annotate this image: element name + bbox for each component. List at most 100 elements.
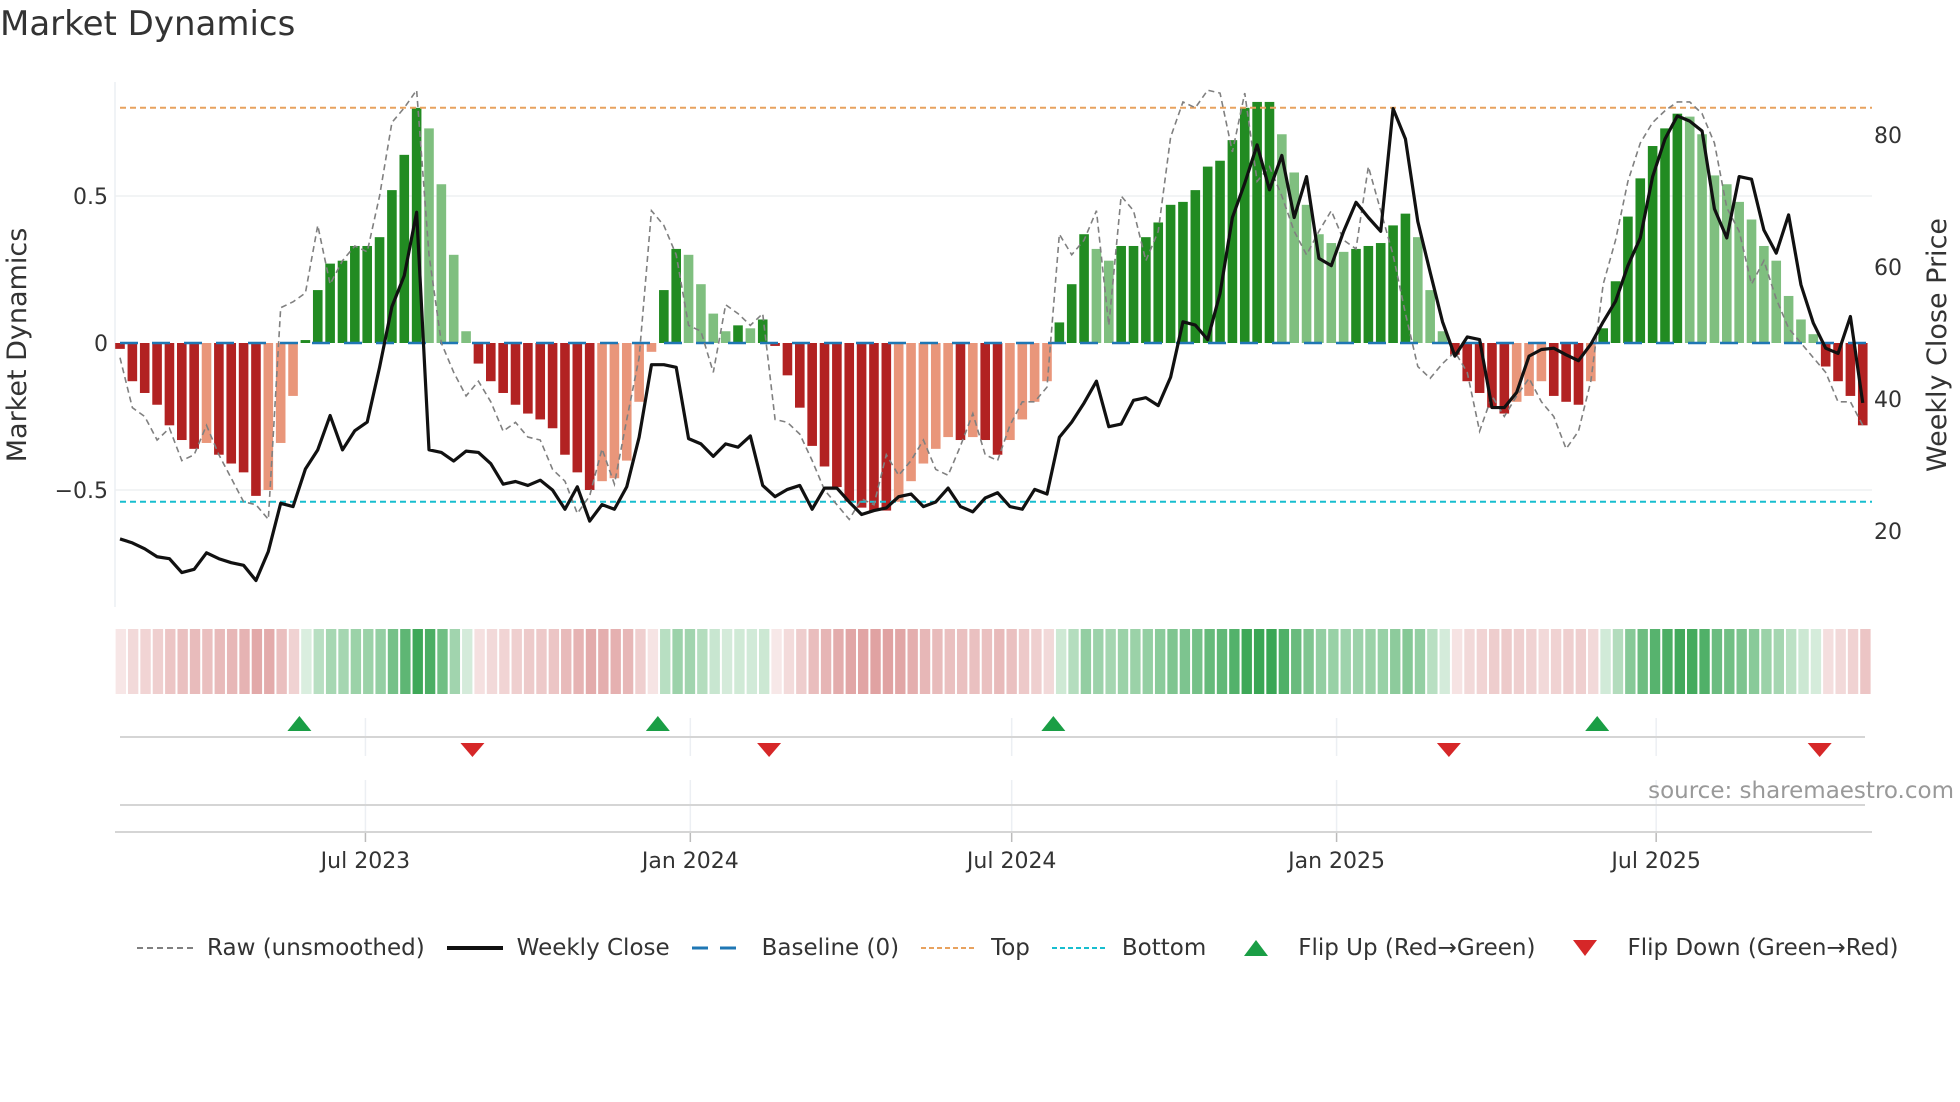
heat-strip-cell	[969, 629, 980, 694]
heat-strip-cell	[486, 629, 498, 694]
heat-strip-cell	[1748, 629, 1760, 694]
momentum-bar	[1190, 190, 1201, 343]
heat-strip-cell	[1241, 629, 1252, 694]
legend-item-flip-up[interactable]: Flip Up (Red→Green)	[1226, 935, 1535, 961]
momentum-bar	[436, 184, 447, 343]
momentum-bar	[720, 331, 731, 343]
momentum-bar	[1066, 284, 1077, 343]
legend: Raw (unsmoothed) Weekly Close Baseline (…	[135, 935, 1918, 961]
momentum-bar	[893, 343, 904, 502]
heat-strip-cell	[944, 629, 955, 694]
momentum-bar	[1017, 343, 1028, 420]
momentum-bar	[943, 343, 953, 438]
heat-strip-cell	[499, 629, 510, 694]
heat-strip-cell	[1204, 629, 1215, 694]
heat-strip-cell	[1192, 629, 1203, 694]
momentum-bar	[683, 254, 694, 343]
momentum-bar	[980, 343, 990, 441]
heat-strip-cell	[548, 629, 560, 694]
momentum-bar	[399, 154, 410, 343]
momentum-bar	[1252, 101, 1262, 343]
legend-item-flip-down[interactable]: Flip Down (Green→Red)	[1555, 935, 1898, 961]
momentum-bar	[177, 343, 187, 441]
legend-label: Flip Down (Green→Red)	[1627, 935, 1899, 961]
momentum-bar	[795, 343, 805, 408]
momentum-bar	[1029, 343, 1040, 402]
momentum-bar	[869, 343, 879, 511]
momentum-bar	[1202, 166, 1213, 343]
heat-strip-cell	[288, 629, 300, 694]
momentum-bar	[263, 343, 274, 490]
heat-strip-cell	[462, 629, 473, 694]
heat-strip-cell	[610, 629, 621, 694]
momentum-bar	[374, 237, 385, 343]
momentum-bar	[634, 343, 644, 402]
momentum-bar	[1771, 260, 1782, 343]
heat-strip-cell	[1414, 629, 1426, 694]
heat-strip-cell	[1093, 629, 1104, 694]
heat-strip-cell	[1761, 629, 1772, 694]
legend-item-bottom[interactable]: Bottom	[1050, 935, 1206, 961]
heat-strip-cell	[771, 629, 782, 694]
heat-strip-cell	[363, 629, 374, 694]
heat-strip-cell	[1352, 629, 1364, 694]
heat-strip-cell	[350, 629, 362, 694]
heat-strip-cell	[1575, 629, 1587, 694]
heat-strip-cell	[1823, 629, 1834, 694]
heat-strip-cell	[857, 629, 869, 694]
heat-strip-cell	[746, 629, 758, 694]
heat-strip-cell	[189, 629, 201, 694]
heat-strip-cell	[375, 629, 386, 694]
legend-item-baseline[interactable]: Baseline (0)	[690, 935, 899, 961]
heat-strip-cell	[932, 629, 943, 694]
heat-strip-cell	[1785, 629, 1797, 694]
heat-strip-cell	[1402, 629, 1413, 694]
y2-tick-label: 40	[1874, 388, 1902, 413]
flip-up-marker	[645, 716, 670, 731]
heat-strip-cell	[1600, 629, 1611, 694]
momentum-bar	[659, 290, 669, 343]
momentum-bar	[1722, 184, 1732, 343]
heat-strip-cell	[1625, 629, 1636, 694]
momentum-bar	[1005, 343, 1015, 441]
momentum-bar	[832, 343, 842, 488]
y2-axis-label: Weekly Close Price	[1922, 218, 1953, 472]
momentum-bar	[1425, 290, 1435, 343]
heat-strip-cell	[202, 629, 213, 694]
momentum-bar	[1079, 234, 1089, 343]
momentum-bar	[201, 343, 212, 443]
momentum-bar	[881, 343, 892, 511]
legend-item-raw[interactable]: Raw (unsmoothed)	[135, 935, 425, 961]
momentum-bar	[733, 325, 743, 343]
legend-item-top[interactable]: Top	[919, 935, 1030, 961]
heat-strip-cell	[1179, 629, 1191, 694]
momentum-bar	[1697, 134, 1707, 343]
momentum-bar	[1128, 245, 1139, 343]
heat-strip-cell	[1835, 629, 1846, 694]
heat-strip-cell	[1130, 629, 1141, 694]
momentum-bar	[510, 343, 521, 405]
momentum-bar	[1104, 260, 1114, 343]
heat-strip-cell	[907, 629, 918, 694]
heat-strip-cell	[1142, 629, 1153, 694]
heat-strip-cell	[1439, 629, 1450, 694]
momentum-bar	[275, 343, 286, 443]
y2-tick-label: 80	[1874, 124, 1902, 149]
momentum-bar	[1301, 204, 1312, 343]
flip-up-marker	[1041, 716, 1066, 731]
heat-strip-cell	[239, 629, 250, 694]
flip-down-marker	[1436, 743, 1461, 757]
momentum-bar	[1783, 295, 1794, 343]
momentum-bar	[646, 343, 657, 352]
momentum-bar	[214, 343, 224, 455]
heat-strip-cell	[598, 629, 609, 694]
dashed-line-icon	[691, 946, 748, 950]
heat-strip-cell	[1167, 629, 1178, 694]
heat-strip-cell	[1154, 629, 1166, 694]
legend-item-close[interactable]: Weekly Close	[445, 935, 670, 961]
heat-strip-cell	[424, 629, 436, 694]
momentum-bar	[1746, 219, 1757, 343]
dotted-line-icon	[921, 947, 978, 949]
heat-strip-cell	[1550, 629, 1562, 694]
heat-strip-cell	[165, 629, 176, 694]
